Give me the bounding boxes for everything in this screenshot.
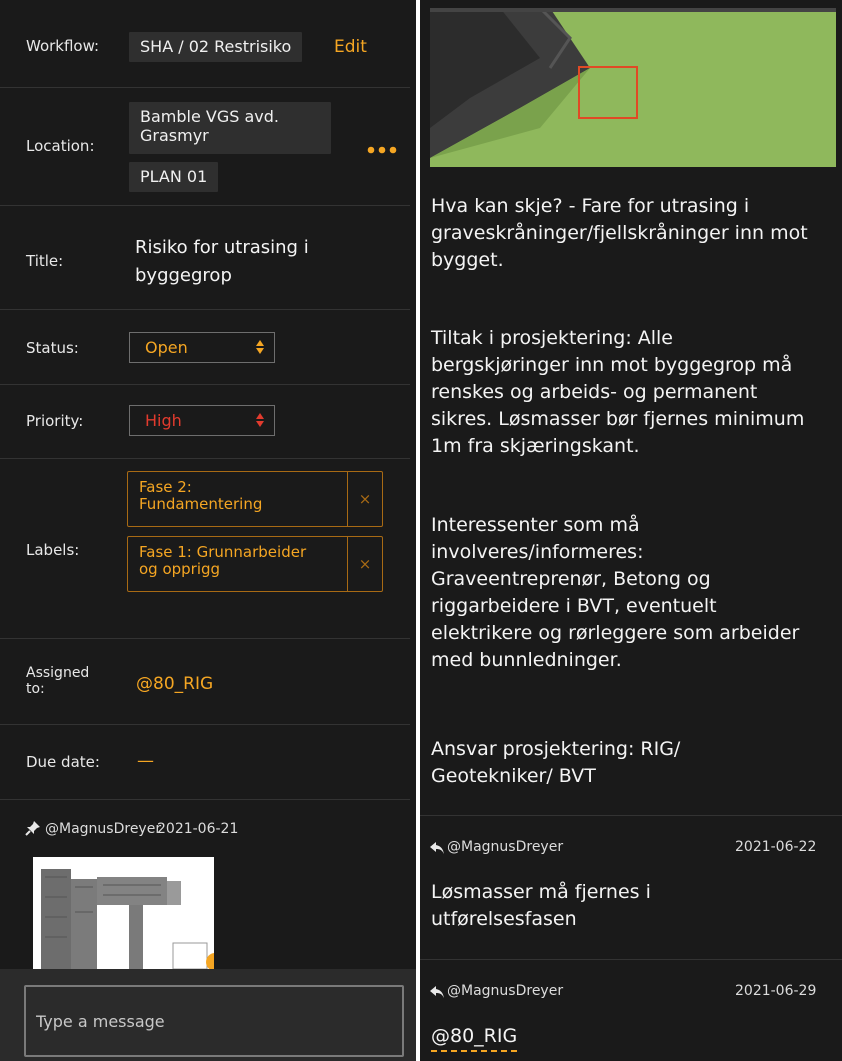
reply-icon bbox=[429, 840, 445, 859]
message-composer bbox=[0, 969, 416, 1061]
description-line: renskes og arbeids- og permanent bbox=[431, 381, 758, 403]
issue-title-line2: byggegrop bbox=[135, 265, 232, 286]
description-line: elektrikere og rørleggere som arbeider bbox=[431, 622, 800, 644]
description-line: med bunnledninger. bbox=[431, 649, 622, 671]
description-line: bergskjøringer inn mot byggegrop må bbox=[431, 354, 793, 376]
more-icon[interactable] bbox=[366, 140, 400, 154]
label-tag[interactable]: Fase 1: Grunnarbeider og opprigg × bbox=[127, 536, 383, 592]
description-line: graveskråninger/fjellskråninger inn mot bbox=[431, 222, 808, 244]
location-row: Location: Bamble VGS avd. Grasmyr PLAN 0… bbox=[0, 88, 410, 206]
description-line: Interessenter som må bbox=[431, 514, 640, 536]
due-date-label: Due date: bbox=[26, 753, 100, 771]
pin-icon bbox=[25, 820, 41, 840]
assignee-link[interactable]: @80_RIG bbox=[136, 674, 213, 694]
reply-line: utførelsesfasen bbox=[431, 908, 577, 930]
location-building-line2: Grasmyr bbox=[140, 126, 209, 145]
description-line: Graveentreprenør, Betong og bbox=[431, 568, 711, 590]
reply-body: Løsmasser må fjernes i utførelsesfasen bbox=[431, 879, 836, 933]
title-label: Title: bbox=[26, 252, 64, 270]
label-tag[interactable]: Fase 2: Fundamentering × bbox=[127, 471, 383, 527]
select-arrows-icon bbox=[256, 339, 264, 355]
assigned-label-line1: Assigned bbox=[26, 665, 90, 681]
floor-plan-thumbnail[interactable] bbox=[33, 857, 214, 969]
reply-comment: @MagnusDreyer 2021-06-22 Løsmasser må fj… bbox=[420, 815, 842, 959]
location-building-line1: Bamble VGS avd. bbox=[140, 107, 279, 126]
edit-workflow-link[interactable]: Edit bbox=[334, 37, 367, 57]
description-line: involveres/informeres: bbox=[431, 541, 644, 563]
mention-link[interactable]: @80_RIG bbox=[431, 1023, 518, 1052]
label-tag-line2: og opprigg bbox=[139, 560, 221, 578]
description-line: bygget. bbox=[431, 249, 504, 271]
description-paragraph: Ansvar prosjektering: RIG/ Geotekniker/ … bbox=[431, 736, 836, 790]
assigned-row: Assigned to: @80_RIG bbox=[0, 639, 410, 725]
reply-icon bbox=[429, 984, 445, 1003]
labels-label: Labels: bbox=[26, 541, 80, 559]
reply-date: 2021-06-29 bbox=[735, 983, 817, 999]
model-snapshot[interactable] bbox=[430, 8, 836, 167]
description-line: Ansvar prosjektering: RIG/ bbox=[431, 738, 681, 760]
select-arrows-icon bbox=[256, 412, 264, 428]
description-paragraph: Hva kan skje? - Fare for utrasing i grav… bbox=[431, 193, 836, 274]
remove-label-icon[interactable]: × bbox=[347, 537, 382, 591]
reply-comment: @MagnusDreyer 2021-06-29 @80_RIG bbox=[420, 959, 842, 1061]
reply-date: 2021-06-22 bbox=[735, 839, 817, 855]
location-plan[interactable]: PLAN 01 bbox=[129, 162, 219, 192]
priority-select[interactable]: High bbox=[129, 405, 275, 436]
assigned-label-line2: to: bbox=[26, 681, 45, 697]
description-line: Tiltak i prosjektering: Alle bbox=[431, 327, 673, 349]
comment-date: 2021-06-21 bbox=[157, 821, 239, 837]
priority-value: High bbox=[145, 411, 182, 430]
priority-row: Priority: High bbox=[0, 385, 410, 459]
reply-author[interactable]: @MagnusDreyer bbox=[447, 839, 563, 855]
first-comment: @MagnusDreyer 2021-06-21 bbox=[0, 800, 416, 969]
status-value: Open bbox=[145, 338, 188, 357]
label-tag-text: Fase 2: Fundamentering bbox=[139, 479, 339, 513]
description-line: sikres. Løsmasser bør fjernes minimum bbox=[431, 408, 805, 430]
message-input[interactable] bbox=[24, 985, 404, 1057]
label-tag-line1: Fase 2: bbox=[139, 478, 192, 496]
label-tag-line2: Fundamentering bbox=[139, 495, 263, 513]
labels-row: Labels: Fase 2: Fundamentering × Fase 1:… bbox=[0, 459, 410, 639]
description-paragraph: Interessenter som må involveres/informer… bbox=[431, 512, 836, 674]
status-select[interactable]: Open bbox=[129, 332, 275, 363]
description-line: Hva kan skje? - Fare for utrasing i bbox=[431, 195, 750, 217]
description-paragraph: Tiltak i prosjektering: Alle bergskjørin… bbox=[431, 325, 836, 460]
due-date-value[interactable]: — bbox=[137, 751, 154, 771]
status-row: Status: Open bbox=[0, 310, 410, 385]
label-tag-line1: Fase 1: Grunnarbeider bbox=[139, 543, 307, 561]
label-tag-text: Fase 1: Grunnarbeider og opprigg bbox=[139, 544, 339, 578]
workflow-row: Workflow: SHA / 02 Restrisiko Edit bbox=[0, 0, 410, 88]
assigned-label: Assigned to: bbox=[26, 665, 89, 697]
description-line: riggarbeidere i BVT, eventuelt bbox=[431, 595, 717, 617]
comment-author[interactable]: @MagnusDreyer bbox=[45, 821, 161, 837]
remove-label-icon[interactable]: × bbox=[347, 472, 382, 526]
workflow-label: Workflow: bbox=[26, 37, 100, 55]
due-date-row: Due date: — bbox=[0, 725, 410, 800]
status-label: Status: bbox=[26, 339, 79, 357]
location-building[interactable]: Bamble VGS avd. Grasmyr bbox=[129, 102, 331, 154]
issue-title-line1: Risiko for utrasing i bbox=[135, 237, 309, 258]
issue-description-panel: Hva kan skje? - Fare for utrasing i grav… bbox=[420, 0, 842, 1061]
description-line: Geotekniker/ BVT bbox=[431, 765, 596, 787]
workflow-value: SHA / 02 Restrisiko bbox=[129, 32, 303, 62]
reply-author[interactable]: @MagnusDreyer bbox=[447, 983, 563, 999]
priority-label: Priority: bbox=[26, 412, 84, 430]
issue-details-panel: Workflow: SHA / 02 Restrisiko Edit Locat… bbox=[0, 0, 416, 1061]
description-line: 1m fra skjæringskant. bbox=[431, 435, 640, 457]
issue-title[interactable]: Risiko for utrasing i byggegrop bbox=[135, 234, 309, 290]
title-row: Title: Risiko for utrasing i byggegrop bbox=[0, 206, 410, 310]
reply-line: Løsmasser må fjernes i bbox=[431, 881, 651, 903]
location-label: Location: bbox=[26, 137, 95, 155]
